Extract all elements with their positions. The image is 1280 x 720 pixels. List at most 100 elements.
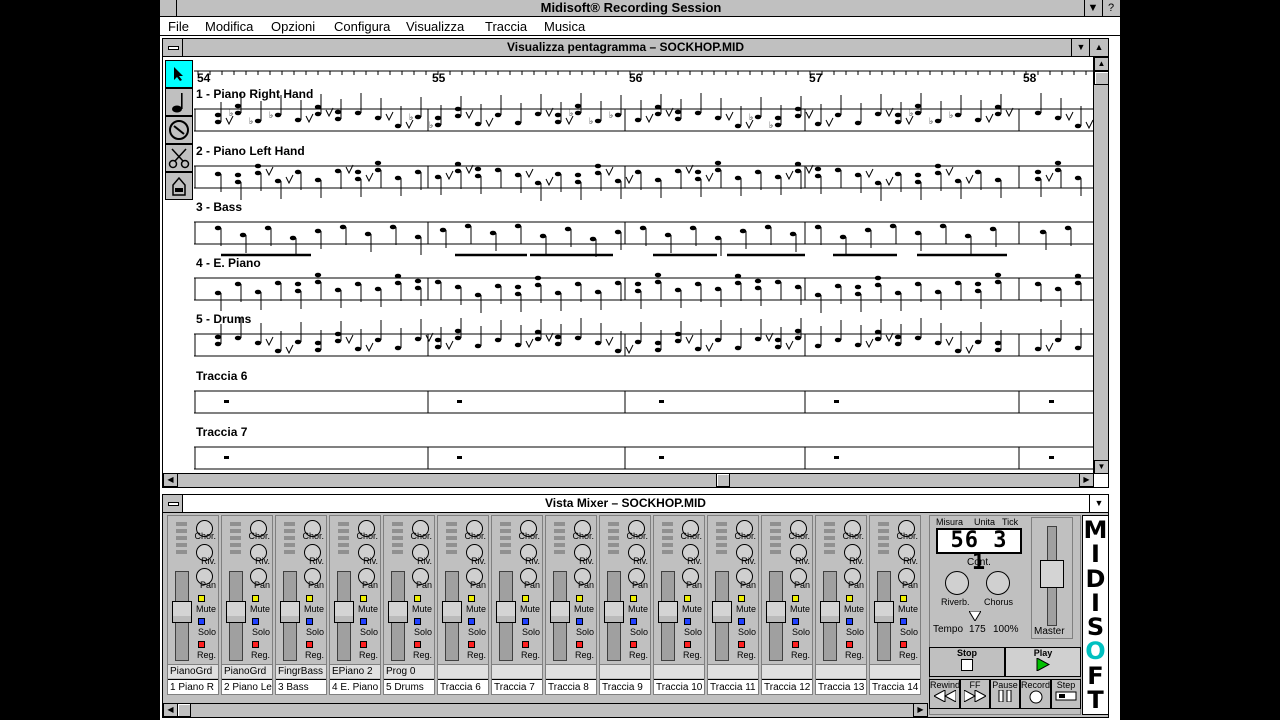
track-name[interactable]: Traccia 6 [438, 679, 488, 694]
mute-indicator[interactable] [252, 595, 259, 602]
menu-musica[interactable]: Musica [544, 18, 585, 35]
stop-button[interactable]: Stop [929, 647, 1005, 677]
program-name[interactable] [600, 664, 650, 678]
mute-indicator[interactable] [198, 595, 205, 602]
volume-fader-knob[interactable] [604, 601, 624, 623]
record-enable-indicator[interactable] [846, 641, 853, 648]
solo-indicator[interactable] [846, 618, 853, 625]
menu-modifica[interactable]: Modifica [205, 18, 253, 35]
staff-window-titlebar[interactable]: Visualizza pentagramma – SOCKHOP.MID ▼ ▲ [163, 39, 1108, 57]
track-name[interactable]: Traccia 12 [762, 679, 812, 694]
program-name[interactable] [438, 664, 488, 678]
program-name[interactable]: Prog 0 [384, 664, 434, 678]
mute-indicator[interactable] [684, 595, 691, 602]
mixer-window-titlebar[interactable]: Vista Mixer – SOCKHOP.MID ▼ [163, 495, 1108, 513]
eraser-tool[interactable] [165, 116, 193, 144]
solo-indicator[interactable] [252, 618, 259, 625]
staff-score-area[interactable]: 54 55 56 57 58 1 - Piano Right Hand ♭ ♭ ♭ ♭ ♭ ♭ ♭ ♭ ♭ ♭… [194, 58, 1095, 474]
record-enable-indicator[interactable] [306, 641, 313, 648]
mixer-window-system-menu[interactable] [163, 495, 183, 512]
mixer-window-minimize-button[interactable]: ▼ [1089, 495, 1108, 512]
mute-indicator[interactable] [522, 595, 529, 602]
program-name[interactable] [708, 664, 758, 678]
mute-indicator[interactable] [846, 595, 853, 602]
track-name[interactable]: 3 Bass [276, 679, 326, 694]
master-fader[interactable]: Master [1031, 517, 1073, 639]
mixer-scroll-left-arrow[interactable]: ◀ [163, 703, 178, 717]
scroll-left-arrow[interactable]: ◀ [163, 473, 178, 487]
fast-forward-button[interactable]: FF [960, 679, 990, 709]
lyric-tool[interactable] [165, 172, 193, 200]
horizontal-scroll-thumb[interactable] [716, 473, 730, 487]
track-name[interactable]: Traccia 8 [546, 679, 596, 694]
volume-fader-knob[interactable] [874, 601, 894, 623]
arrow-tool[interactable] [165, 60, 193, 88]
menu-opzioni[interactable]: Opzioni [271, 18, 315, 35]
note-tool[interactable] [165, 88, 193, 116]
mixer-scroll-right-arrow[interactable]: ▶ [913, 703, 928, 717]
menu-file[interactable]: File [168, 18, 189, 35]
record-enable-indicator[interactable] [468, 641, 475, 648]
volume-fader-knob[interactable] [172, 601, 192, 623]
mute-indicator[interactable] [360, 595, 367, 602]
program-name[interactable]: PianoGrd [168, 664, 218, 678]
solo-indicator[interactable] [900, 618, 907, 625]
staff-window-minimize-button[interactable]: ▼ [1071, 39, 1090, 56]
scissors-tool[interactable] [165, 144, 193, 172]
record-enable-indicator[interactable] [414, 641, 421, 648]
master-chorus-knob[interactable] [986, 571, 1010, 595]
record-enable-indicator[interactable] [792, 641, 799, 648]
menu-configura[interactable]: Configura [334, 18, 390, 35]
track-name[interactable]: Traccia 7 [492, 679, 542, 694]
record-enable-indicator[interactable] [360, 641, 367, 648]
mute-indicator[interactable] [576, 595, 583, 602]
record-enable-indicator[interactable] [576, 641, 583, 648]
mute-indicator[interactable] [306, 595, 313, 602]
solo-indicator[interactable] [792, 618, 799, 625]
volume-fader-knob[interactable] [496, 601, 516, 623]
mute-indicator[interactable] [900, 595, 907, 602]
program-name[interactable]: FingrBass [276, 664, 326, 678]
program-name[interactable] [492, 664, 542, 678]
mute-indicator[interactable] [468, 595, 475, 602]
track-name[interactable]: Traccia 9 [600, 679, 650, 694]
program-name[interactable]: EPiano 2 [330, 664, 380, 678]
track-name[interactable]: 5 Drums [384, 679, 434, 694]
step-button[interactable]: Step [1051, 679, 1081, 709]
solo-indicator[interactable] [360, 618, 367, 625]
staff-horizontal-scrollbar[interactable]: ◀ ▶ [163, 473, 1094, 487]
mute-indicator[interactable] [792, 595, 799, 602]
program-name[interactable] [816, 664, 866, 678]
volume-fader-knob[interactable] [334, 601, 354, 623]
mute-indicator[interactable] [738, 595, 745, 602]
tempo-value[interactable]: 175 [969, 624, 986, 635]
mute-indicator[interactable] [414, 595, 421, 602]
solo-indicator[interactable] [414, 618, 421, 625]
record-enable-indicator[interactable] [738, 641, 745, 648]
volume-fader-knob[interactable] [226, 601, 246, 623]
menu-traccia[interactable]: Traccia [485, 18, 527, 35]
volume-fader-knob[interactable] [442, 601, 462, 623]
menu-visualizza[interactable]: Visualizza [406, 18, 464, 35]
mixer-horizontal-scrollbar[interactable]: ◀ ▶ [163, 703, 928, 717]
record-enable-indicator[interactable] [522, 641, 529, 648]
staff-window-maximize-button[interactable]: ▲ [1089, 39, 1108, 56]
program-name[interactable] [546, 664, 596, 678]
scroll-down-arrow[interactable]: ▼ [1094, 460, 1109, 474]
record-enable-indicator[interactable] [630, 641, 637, 648]
mute-indicator[interactable] [630, 595, 637, 602]
record-enable-indicator[interactable] [684, 641, 691, 648]
volume-fader-knob[interactable] [766, 601, 786, 623]
solo-indicator[interactable] [684, 618, 691, 625]
volume-fader-knob[interactable] [820, 601, 840, 623]
track-name[interactable]: Traccia 13 [816, 679, 866, 694]
solo-indicator[interactable] [738, 618, 745, 625]
track-name[interactable]: Traccia 14 [870, 679, 920, 694]
volume-fader-knob[interactable] [388, 601, 408, 623]
rewind-button[interactable]: Rewind [929, 679, 960, 709]
track-name[interactable]: 4 E. Piano [330, 679, 380, 694]
position-counter[interactable]: 56 3 1 [936, 528, 1022, 574]
program-name[interactable] [762, 664, 812, 678]
track-name[interactable]: 1 Piano R [168, 679, 218, 694]
master-reverb-knob[interactable] [945, 571, 969, 595]
